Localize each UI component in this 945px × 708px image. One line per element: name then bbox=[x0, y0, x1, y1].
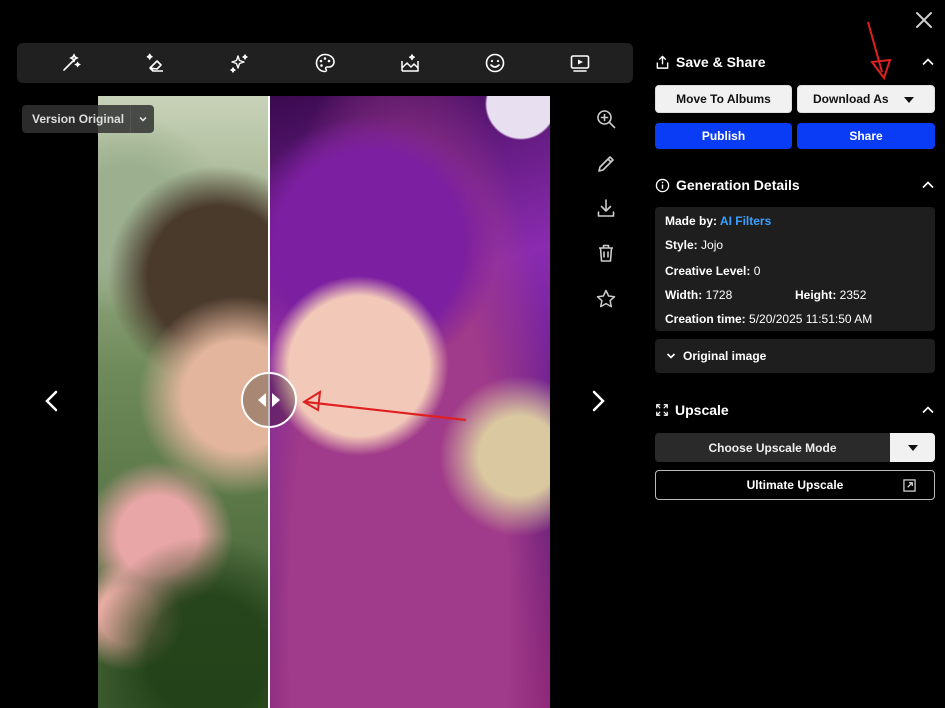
upscale-title: Upscale bbox=[675, 402, 729, 418]
background-tool[interactable] bbox=[399, 52, 421, 74]
save-share-header: Save & Share bbox=[655, 51, 766, 73]
chevron-down-icon bbox=[666, 353, 676, 359]
creative-level-row: Creative Level: 0 bbox=[665, 264, 760, 278]
share-upload-icon bbox=[656, 55, 669, 69]
image-edit-icon bbox=[401, 54, 419, 72]
chevron-up-icon bbox=[922, 58, 934, 66]
eraser-tool[interactable] bbox=[144, 52, 166, 74]
download-icon bbox=[597, 199, 615, 217]
trash-icon bbox=[599, 244, 613, 262]
version-dropdown[interactable]: Version Original bbox=[22, 105, 154, 133]
upscale-mode-dropdown[interactable] bbox=[890, 433, 935, 462]
arrow-left-icon bbox=[258, 393, 266, 407]
upscale-header: Upscale bbox=[655, 399, 729, 421]
zoom-in-button[interactable] bbox=[595, 108, 617, 130]
creative-level-value: 0 bbox=[753, 264, 761, 278]
move-to-albums-button[interactable]: Move To Albums bbox=[655, 85, 792, 113]
caret-down-icon bbox=[907, 444, 918, 451]
creation-time-label: Creation time: bbox=[665, 312, 746, 326]
edit-button[interactable] bbox=[595, 153, 617, 175]
chevron-right-icon bbox=[592, 390, 605, 412]
chevron-up-icon bbox=[922, 406, 934, 414]
style-row: Style: Jojo bbox=[665, 238, 723, 252]
sparkles-icon bbox=[230, 54, 248, 73]
collapse-upscale[interactable] bbox=[920, 402, 936, 418]
creation-time-value: 5/20/2025 11:51:50 AM bbox=[749, 312, 873, 326]
publish-label: Publish bbox=[701, 129, 746, 143]
height-value: 2352 bbox=[839, 288, 867, 302]
collapse-save-share[interactable] bbox=[920, 54, 936, 70]
image-comparison-viewer[interactable] bbox=[98, 96, 550, 708]
magic-wand-icon bbox=[63, 53, 81, 71]
delete-button[interactable] bbox=[595, 242, 617, 264]
width-label: Width: bbox=[665, 288, 703, 302]
height-row: Height: 2352 bbox=[795, 288, 866, 302]
annotation-arrow-download bbox=[867, 21, 892, 81]
made-by-row: Made by: AI Filters bbox=[665, 214, 771, 228]
close-icon bbox=[916, 12, 932, 28]
tool-bar bbox=[17, 43, 633, 83]
info-icon bbox=[655, 178, 670, 192]
previous-image-button[interactable] bbox=[40, 386, 64, 416]
share-label: Share bbox=[849, 129, 883, 143]
generation-details-panel: Made by: AI Filters Style: Jojo Creative… bbox=[655, 207, 935, 331]
generation-details-header: Generation Details bbox=[655, 174, 800, 196]
height-label: Height: bbox=[795, 288, 837, 302]
upscale-mode-label: Choose Upscale Mode bbox=[708, 440, 837, 455]
ultimate-upscale-label: Ultimate Upscale bbox=[746, 478, 844, 492]
download-as-button[interactable]: Download As bbox=[797, 85, 935, 113]
share-button[interactable]: Share bbox=[797, 123, 935, 149]
caret-down-icon bbox=[904, 97, 914, 103]
video-play-icon bbox=[570, 55, 590, 72]
animate-tool[interactable] bbox=[569, 52, 591, 74]
star-icon bbox=[596, 289, 616, 308]
arrow-right-icon bbox=[272, 393, 280, 407]
face-tool[interactable] bbox=[484, 52, 506, 74]
magic-wand-tool[interactable] bbox=[60, 52, 82, 74]
color-tool[interactable] bbox=[314, 52, 336, 74]
close-button[interactable] bbox=[912, 8, 936, 32]
generation-details-title: Generation Details bbox=[676, 177, 800, 193]
download-as-label: Download As bbox=[813, 92, 889, 106]
original-image-toggle[interactable]: Original image bbox=[655, 339, 935, 373]
ultimate-upscale-button[interactable]: Ultimate Upscale bbox=[655, 470, 935, 500]
chevron-up-icon bbox=[922, 181, 934, 189]
eraser-sparkle-icon bbox=[146, 53, 163, 72]
filtered-photo bbox=[269, 96, 550, 708]
made-by-label: Made by: bbox=[665, 214, 718, 228]
made-by-link[interactable]: AI Filters bbox=[720, 214, 771, 228]
palette-icon bbox=[315, 53, 335, 73]
creative-level-label: Creative Level: bbox=[665, 264, 751, 278]
expand-icon bbox=[656, 404, 668, 416]
width-row: Width: 1728 bbox=[665, 288, 732, 302]
external-link-icon bbox=[903, 479, 916, 492]
creation-time-row: Creation time: 5/20/2025 11:51:50 AM bbox=[665, 312, 872, 326]
next-image-button[interactable] bbox=[586, 386, 610, 416]
chevron-down-icon bbox=[130, 105, 154, 133]
width-value: 1728 bbox=[705, 288, 733, 302]
enhance-tool[interactable] bbox=[228, 52, 250, 74]
zoom-in-icon bbox=[597, 110, 616, 129]
style-label: Style: bbox=[665, 238, 698, 252]
upscale-mode-select[interactable]: Choose Upscale Mode bbox=[655, 433, 935, 462]
smiley-icon bbox=[485, 53, 505, 73]
favorite-button[interactable] bbox=[595, 288, 617, 310]
download-button[interactable] bbox=[595, 197, 617, 219]
style-value: Jojo bbox=[701, 238, 724, 252]
save-share-title: Save & Share bbox=[676, 54, 766, 70]
original-image-label: Original image bbox=[683, 349, 767, 363]
comparison-slider-handle[interactable] bbox=[241, 372, 297, 428]
collapse-generation-details[interactable] bbox=[920, 177, 936, 193]
version-label: Version Original bbox=[32, 112, 125, 126]
publish-button[interactable]: Publish bbox=[655, 123, 792, 149]
chevron-left-icon bbox=[45, 390, 58, 412]
move-to-albums-label: Move To Albums bbox=[676, 92, 771, 106]
pencil-icon bbox=[598, 156, 614, 172]
